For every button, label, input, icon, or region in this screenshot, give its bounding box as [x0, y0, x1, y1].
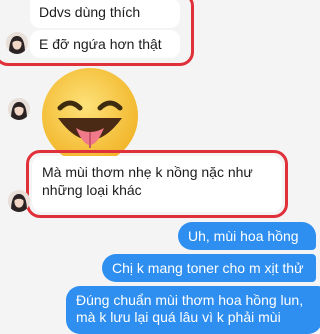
message-text: Uh, mùi hoa hồng [188, 228, 299, 244]
incoming-message-1b[interactable]: E đỡ ngứa hơn thật [30, 30, 180, 58]
outgoing-message-2[interactable]: Chị k mang toner cho m xịt thử [102, 254, 316, 282]
incoming-message-3[interactable]: Mà mùi thơm nhẹ k nồng nặc như những loạ… [32, 156, 282, 212]
message-line-2: mà k lưu lại quá lâu vì k phải mùi [76, 309, 281, 325]
message-text: Chị k mang toner cho m xịt thử [112, 260, 304, 276]
avatar-photo-icon [6, 32, 28, 54]
message-line-2: những loại khác [42, 182, 142, 198]
message-text: E đỡ ngứa hơn thật [39, 36, 162, 52]
message-line-1: Mà mùi thơm nhẹ k nồng nặc như [42, 164, 253, 180]
avatar-photo-icon [8, 98, 30, 120]
message-line-1: Đúng chuẩn mùi thơm hoa hồng lun, [76, 292, 304, 308]
incoming-message-1a[interactable]: Ddvs dùng thích [30, 0, 180, 28]
message-text: Ddvs dùng thích [39, 4, 141, 20]
outgoing-message-1[interactable]: Uh, mùi hoa hồng [178, 222, 316, 250]
avatar[interactable] [8, 190, 30, 212]
outgoing-message-3[interactable]: Đúng chuẩn mùi thơm hoa hồng lun, mà k l… [66, 286, 320, 334]
avatar[interactable] [8, 98, 30, 120]
avatar[interactable] [6, 32, 28, 54]
avatar-photo-icon [8, 190, 30, 212]
